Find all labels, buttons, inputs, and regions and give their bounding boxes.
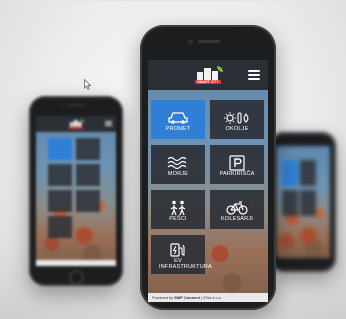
ev-charger-icon — [151, 242, 205, 258]
car-icon — [151, 110, 205, 126]
tile-label: PARKIRIŠČA — [219, 171, 255, 177]
footer-prefix: Powered by — [152, 295, 174, 300]
tile-parkirisca[interactable]: PARKIRIŠČA — [210, 145, 264, 184]
smart-city-logo — [68, 119, 85, 129]
main-screen: SMART CITY PROMET OKOLJE MORJE PARKIRIŠČ… — [148, 60, 268, 302]
phone-camera — [61, 103, 64, 106]
tile-label: PROMET — [165, 126, 191, 132]
logo-text: SMART CITY — [197, 80, 219, 84]
tile-ev-infrastruktura[interactable]: EV INFRASTRUKTURA — [151, 235, 212, 274]
phone-camera — [188, 39, 193, 44]
mouse-pointer-icon — [84, 79, 92, 90]
top-border — [0, 0, 346, 1]
tile-okolje[interactable]: OKOLJE — [210, 100, 264, 139]
mini-footer — [36, 260, 116, 266]
tile-promet[interactable]: PROMET — [151, 100, 205, 139]
mini-tile — [282, 190, 298, 216]
mini-tile — [48, 164, 72, 186]
tile-kolesarji[interactable]: KOLESARJI — [210, 190, 264, 229]
home-button — [69, 270, 84, 285]
parking-icon — [210, 155, 264, 171]
footer-bar: Powered by SMP Connect | iPlot d.o.o. — [148, 293, 268, 302]
smart-city-logo: SMART CITY — [193, 66, 223, 84]
mini-tile — [300, 190, 316, 216]
waves-icon — [151, 155, 205, 171]
bicycle-icon — [210, 200, 264, 216]
pedestrians-icon — [151, 200, 205, 216]
mini-tile — [48, 216, 72, 238]
mini-tile — [76, 164, 100, 186]
phone-left-screen — [36, 116, 116, 266]
mini-tile — [48, 190, 72, 212]
phone-speaker — [198, 40, 220, 43]
tile-morje[interactable]: MORJE — [151, 145, 205, 184]
tile-label: MORJE — [167, 171, 189, 177]
mini-tile — [282, 160, 298, 186]
footer-suffix: | iPlot d.o.o. — [201, 295, 223, 300]
tile-label: KOLESARJI — [220, 216, 254, 222]
phone-main: SMART CITY PROMET OKOLJE MORJE PARKIRIŠČ… — [140, 25, 276, 310]
tile-label: EV INFRASTRUKTURA — [159, 258, 212, 270]
phone-right — [270, 132, 336, 272]
app-header: SMART CITY — [148, 60, 268, 90]
mini-tile — [300, 160, 316, 186]
phone-speaker — [67, 104, 85, 106]
hamburger-menu-icon[interactable] — [248, 70, 260, 80]
mini-tile — [76, 138, 100, 160]
footer-brand: SMP Connect — [174, 295, 200, 300]
weather-icon — [210, 110, 264, 126]
mini-app-header — [36, 116, 116, 132]
hamburger-menu-icon — [105, 121, 112, 127]
mini-tile — [76, 190, 100, 212]
tile-label: OKOLJE — [225, 126, 249, 132]
tile-label: PEŠCI — [169, 216, 187, 222]
tile-pesci[interactable]: PEŠCI — [151, 190, 205, 229]
phone-right-screen — [276, 146, 330, 258]
mini-tile — [48, 138, 72, 160]
phone-left — [29, 96, 123, 286]
